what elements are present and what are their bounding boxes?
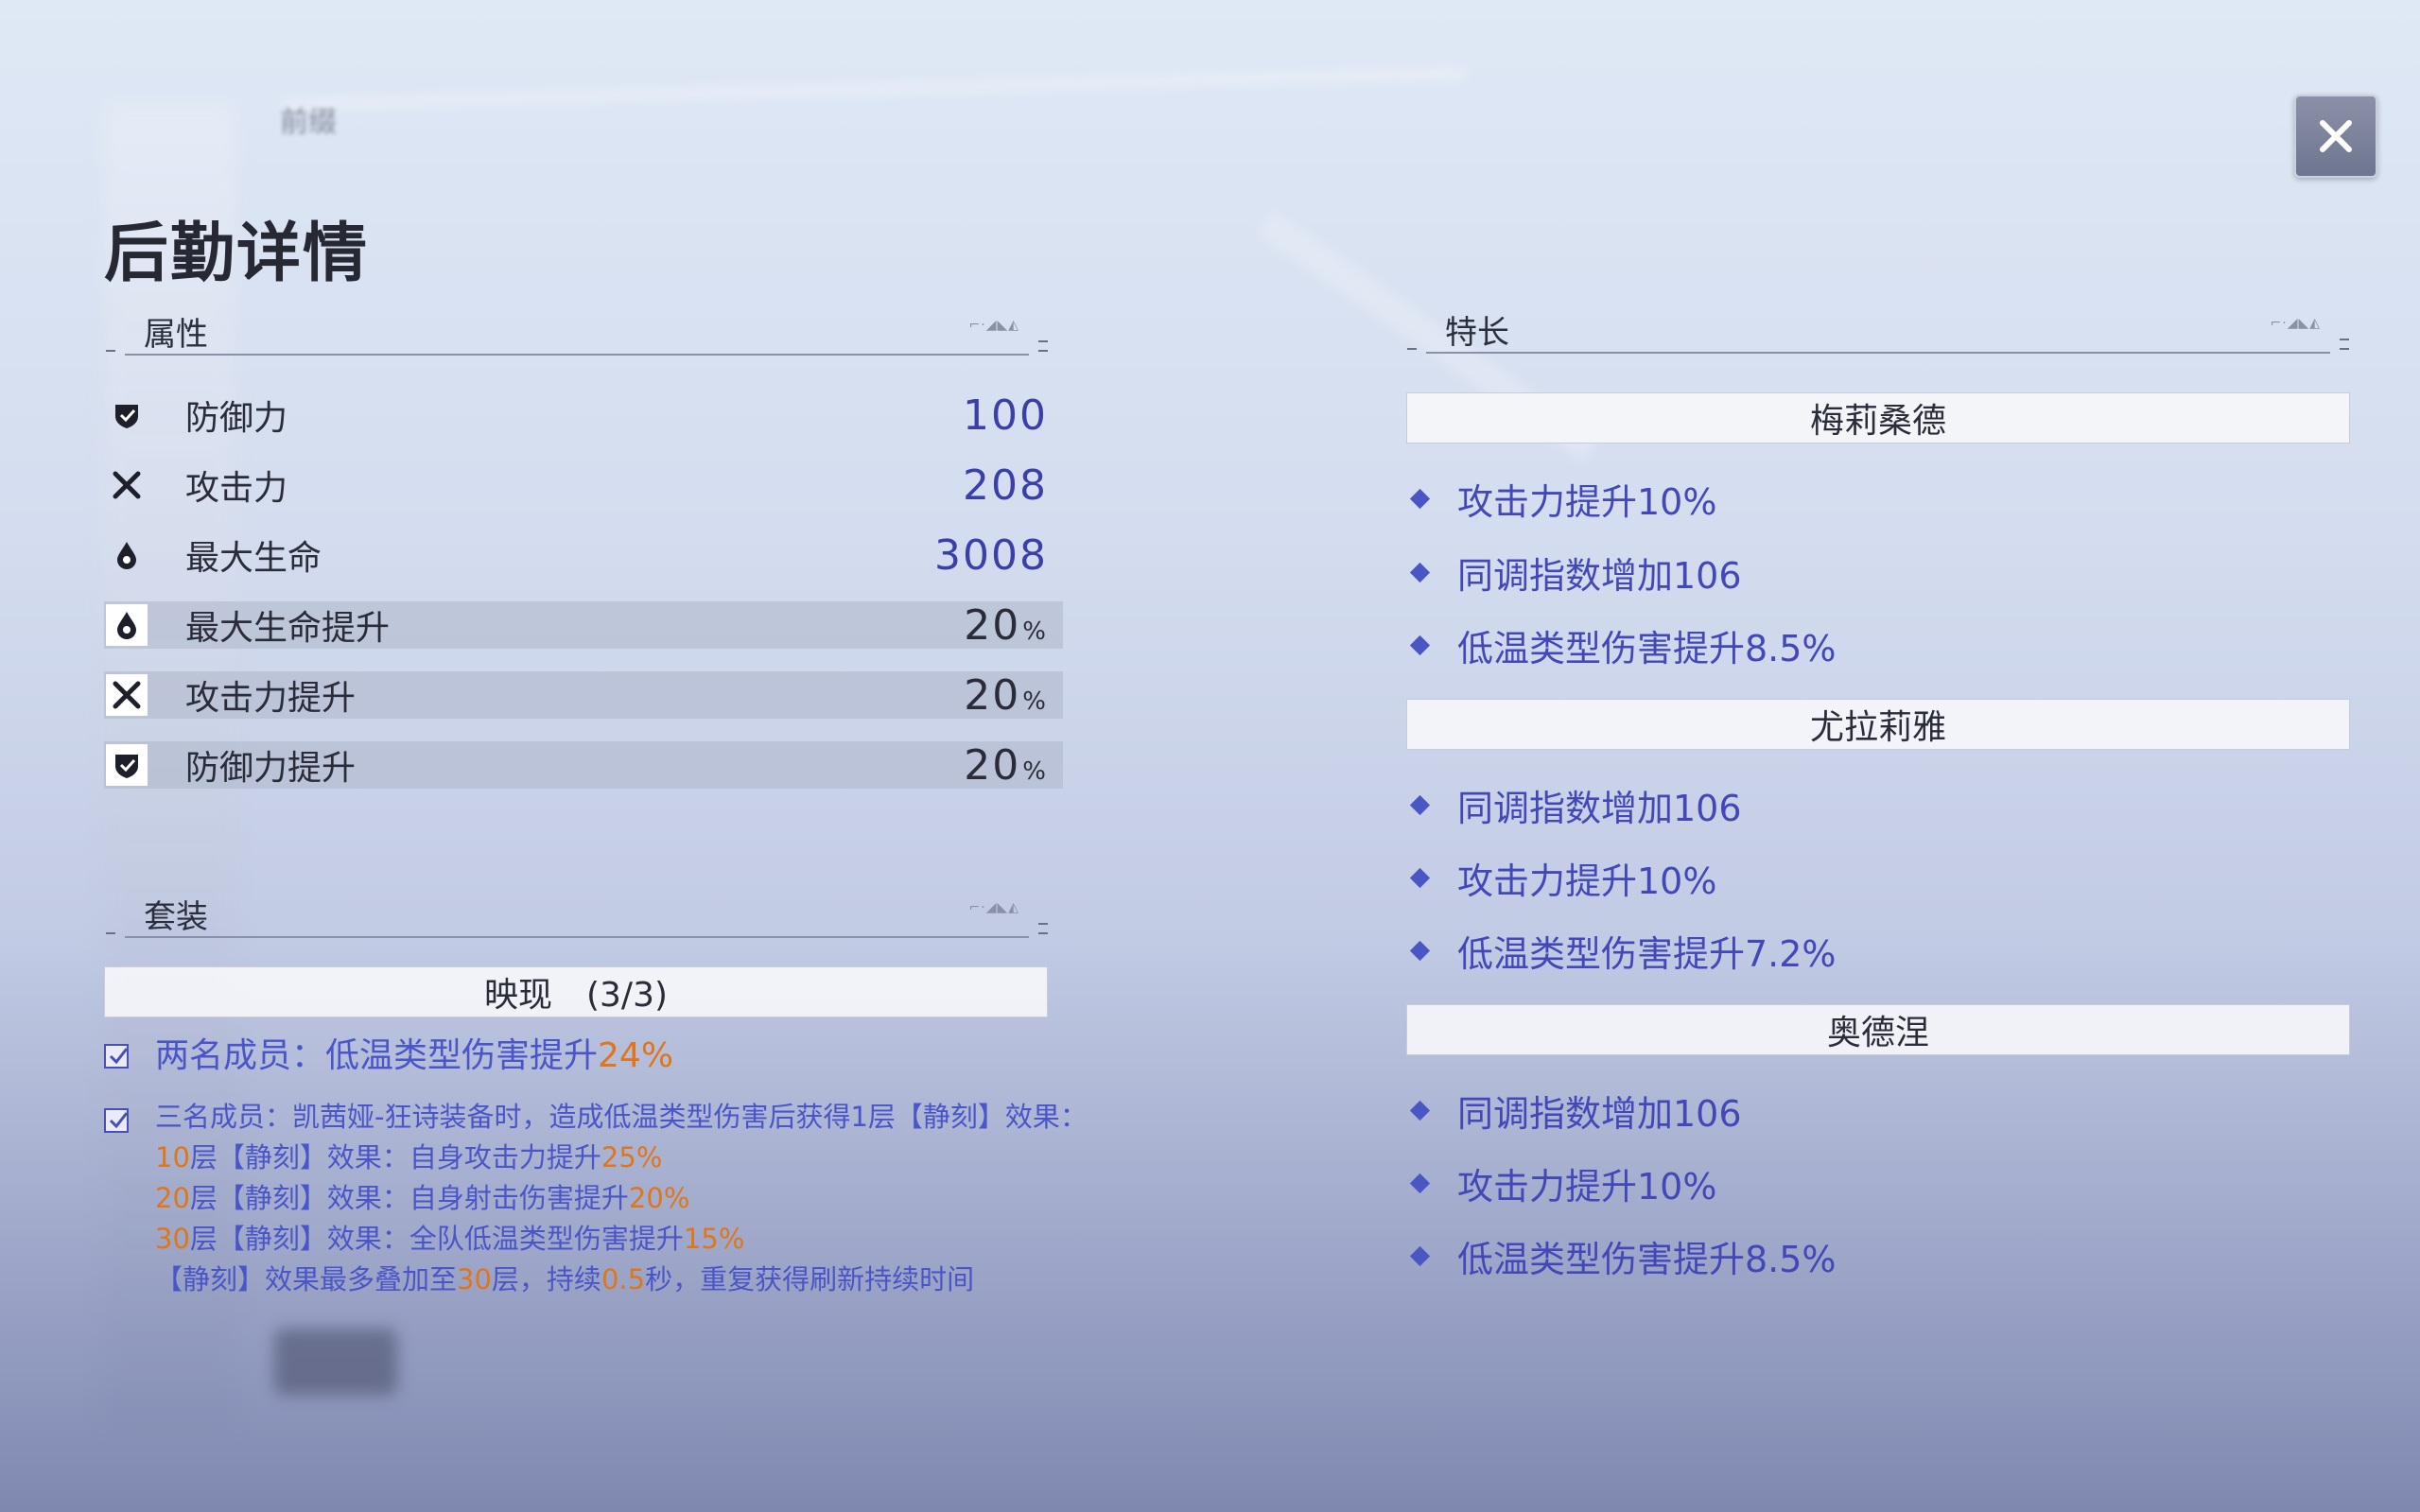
diamond-bullet-icon <box>1409 634 1431 655</box>
close-icon <box>2320 120 2352 152</box>
header-tick <box>1038 350 1048 352</box>
header-tick <box>2340 339 2349 340</box>
diamond-bullet-icon <box>1409 1173 1431 1193</box>
specialty-perk: 低温类型伤害提升7.2% <box>1409 927 1837 975</box>
attribute-value: 20% <box>964 670 1048 720</box>
page-title: 后勤详情 <box>104 217 370 291</box>
background-streak <box>284 69 1466 109</box>
attribute-name: 防御力提升 <box>185 749 357 788</box>
shield-icon <box>106 744 148 786</box>
set-effect-stack-note: 【静刻】效果最多叠加至30层，持续0.5秒，重复获得刷新持续时间 <box>155 1263 975 1295</box>
header-deco: ⌐·◢◣◭ <box>968 900 1019 915</box>
swords-icon <box>106 674 148 716</box>
diamond-bullet-icon <box>1409 1245 1431 1266</box>
set-effect-three-member: 三名成员：凯茜娅-狂诗装备时，造成低温类型伤害后获得1层【静刻】效果： 10层【… <box>104 1097 1088 1300</box>
diamond-bullet-icon <box>1409 488 1431 509</box>
header-deco: ⌐·◢◣◭ <box>2270 316 2321 331</box>
diamond-bullet-icon <box>1409 562 1431 582</box>
diamond-bullet-icon <box>1409 794 1431 815</box>
specialty-perk: 攻击力提升10% <box>1409 1159 1716 1208</box>
specialty-perk: 攻击力提升10% <box>1409 475 1716 523</box>
set-effect-tier-10: 10层【静刻】效果：自身攻击力提升25% <box>155 1141 663 1173</box>
specialty-perk: 同调指数增加106 <box>1409 781 1742 829</box>
swords-icon <box>106 464 148 506</box>
diamond-bullet-icon <box>1409 867 1431 888</box>
attribute-row-defense: 防御力 100 <box>104 391 1063 440</box>
specialties-section-header: 特长 ⌐·◢◣◭ <box>1407 306 2349 354</box>
attributes-section-header: 属性 ⌐·◢◣◭ <box>106 308 1048 356</box>
set-effect-two-member: 两名成员：低温类型伤害提升24% <box>104 1033 1069 1080</box>
attribute-value: 20% <box>964 740 1048 790</box>
set-header-label: 套装 <box>144 898 208 936</box>
attribute-name: 最大生命提升 <box>185 609 391 648</box>
attribute-row-max-hp: 最大生命 3008 <box>104 530 1063 580</box>
specialty-perk: 低温类型伤害提升8.5% <box>1409 621 1837 669</box>
specialty-perk: 同调指数增加106 <box>1409 1086 1742 1135</box>
attribute-row-defense-boost: 防御力提升 20% <box>104 740 1063 790</box>
header-tick <box>1038 340 1048 342</box>
set-effect-tier-30: 30层【静刻】效果：全队低温类型伤害提升15% <box>155 1223 745 1255</box>
set-section-header: 套装 ⌐·◢◣◭ <box>106 891 1048 938</box>
close-button[interactable] <box>2294 95 2377 178</box>
specialties-header-label: 特长 <box>1445 314 1509 352</box>
attribute-value: 208 <box>963 461 1048 510</box>
set-name-bar: 映现 (3/3) <box>104 966 1048 1017</box>
specialty-perk: 同调指数增加106 <box>1409 548 1742 597</box>
header-line <box>125 354 1029 356</box>
attribute-value: 100 <box>963 391 1048 440</box>
header-deco: ⌐·◢◣◭ <box>968 318 1019 333</box>
header-tick <box>1407 348 1417 350</box>
drop-icon <box>106 604 148 646</box>
attribute-name: 攻击力 <box>185 469 288 508</box>
header-line <box>1426 352 2330 354</box>
top-deco-text: 前缀 <box>280 106 337 139</box>
attribute-row-attack: 攻击力 208 <box>104 461 1063 510</box>
header-line <box>125 936 1029 938</box>
diamond-bullet-icon <box>1409 940 1431 961</box>
header-tick <box>1038 923 1048 925</box>
background-blob <box>274 1329 397 1395</box>
header-tick <box>2340 348 2349 350</box>
header-tick <box>106 932 115 934</box>
checkbox-icon <box>104 1108 129 1133</box>
attribute-name: 攻击力提升 <box>185 679 357 718</box>
attribute-value: 20% <box>964 600 1048 650</box>
header-tick <box>106 350 115 352</box>
attribute-value: 3008 <box>934 530 1048 580</box>
attribute-row-attack-boost: 攻击力提升 20% <box>104 670 1063 720</box>
attribute-name: 防御力 <box>185 399 288 438</box>
attribute-name: 最大生命 <box>185 539 322 578</box>
specialty-perk: 低温类型伤害提升8.5% <box>1409 1232 1837 1280</box>
shield-icon <box>106 394 148 436</box>
header-tick <box>1038 932 1048 934</box>
set-effect-desc: 三名成员：凯茜娅-狂诗装备时，造成低温类型伤害后获得1层【静刻】效果： <box>155 1101 1088 1133</box>
set-effect-text: 两名成员：低温类型伤害提升 <box>155 1036 599 1075</box>
checkbox-icon <box>104 1044 129 1069</box>
specialty-group-name: 梅莉桑德 <box>1406 392 2350 443</box>
drop-icon <box>106 534 148 576</box>
attribute-row-max-hp-boost: 最大生命提升 20% <box>104 600 1063 650</box>
diamond-bullet-icon <box>1409 1100 1431 1121</box>
specialty-perk: 攻击力提升10% <box>1409 854 1716 902</box>
attributes-header-label: 属性 <box>144 316 208 354</box>
specialty-group-name: 尤拉莉雅 <box>1406 699 2350 750</box>
set-effect-value: 24% <box>598 1036 674 1075</box>
set-effect-tier-20: 20层【静刻】效果：自身射击伤害提升20% <box>155 1182 690 1214</box>
specialty-group-name: 奥德涅 <box>1406 1004 2350 1055</box>
